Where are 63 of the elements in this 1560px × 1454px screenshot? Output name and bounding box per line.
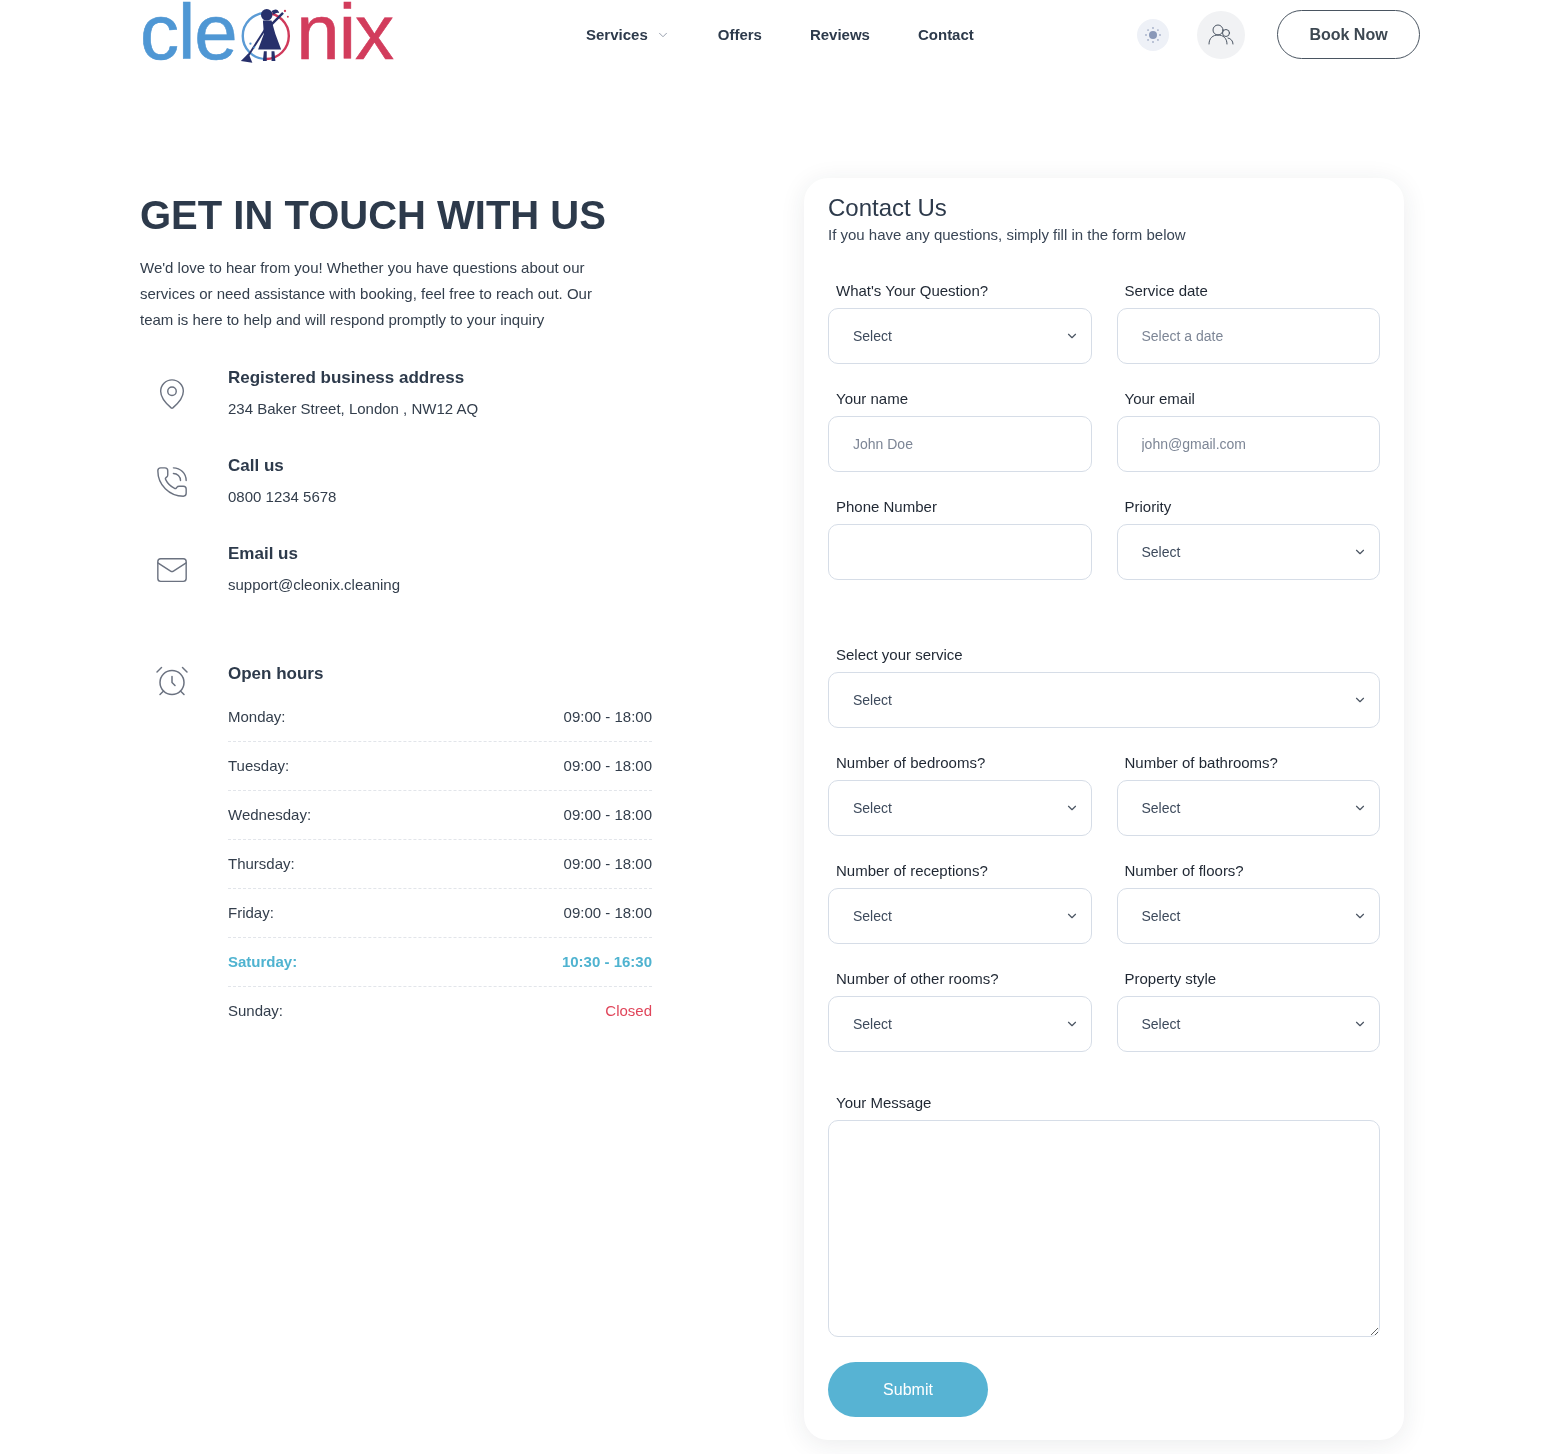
opening-time: 09:00 - 18:00 [563,805,652,825]
select-field[interactable]: Select [1116,780,1380,836]
opening-time: 09:00 - 18:00 [563,854,652,874]
contact-value: support@cleonix.cleaning [228,575,401,595]
select-field[interactable]: Select [828,672,1380,728]
select-field[interactable]: Select [1116,888,1380,944]
day-name: Thursday: [228,854,295,874]
field-label: Your Message [835,1093,933,1113]
field-label: Number of other rooms? [835,969,1000,989]
input-field[interactable] [828,524,1092,580]
contact-title: Call us [228,455,285,477]
nav-link[interactable]: Services [586,26,670,43]
field-label: Select your service [835,645,964,665]
hours-title: Open hours [228,663,325,685]
field-label: Number of bathrooms? [1123,753,1279,773]
message-field[interactable] [828,1120,1380,1337]
opening-time: 09:00 - 18:00 [563,707,652,727]
contact-title: Email us [228,543,299,565]
book-now-button[interactable]: Book Now [1277,10,1420,59]
select-field[interactable]: Select [828,888,1092,944]
logo-text: cle [140,0,237,71]
contact-value: 234 Baker Street, London , NW12 AQ [228,399,480,419]
phone-icon [155,464,189,499]
page-heading: GET IN TOUCH WITH US [140,192,607,239]
field-label: Service date [1123,281,1209,301]
opening-time: 09:00 - 18:00 [563,756,652,776]
field-label: Number of receptions? [835,861,989,881]
day-name: Sunday: [228,1001,284,1021]
day-name: Friday: [228,903,274,923]
form-subtitle: If you have any questions, simply fill in the form below [828,225,1187,245]
sun-icon[interactable] [1137,18,1169,51]
users-icon[interactable] [1197,10,1245,59]
logo-text: nix [296,0,393,71]
input-field[interactable]: John Doe [828,416,1092,472]
field-label: What's Your Question? [835,281,990,301]
nav-link[interactable]: Reviews [809,26,870,43]
nav-link[interactable]: Offers [717,26,762,43]
form-title: Contact Us [828,193,948,223]
opening-time: Closed [605,1001,652,1021]
field-label: Number of floors? [1123,861,1245,881]
field-label: Your name [835,389,909,409]
nav-link[interactable]: Contact [917,26,974,43]
select-field[interactable]: Select [1116,996,1380,1052]
contact-value: 0800 1234 5678 [228,487,338,507]
select-field[interactable]: Select [828,780,1092,836]
field-label: Number of bedrooms? [835,753,987,773]
select-field[interactable]: Select [828,996,1092,1052]
field-label: Property style [1123,969,1218,989]
date-field[interactable]: Select a date [1116,308,1380,364]
day-name: Saturday: [228,952,298,972]
day-name: Tuesday: [228,756,290,776]
day-name: Wednesday: [228,805,312,825]
select-field[interactable]: Select [828,308,1092,364]
opening-time: 10:30 - 16:30 [561,952,652,972]
input-field[interactable]: john@gmail.com [1116,416,1380,472]
field-label: Priority [1123,497,1173,517]
opening-time: 09:00 - 18:00 [563,903,652,923]
intro-text: We'd love to hear from you! Whether you have questions about our services or need assistance with booking, feel free to reach out. Our team is here to help and will respond promptly to your inquiry [140,258,593,330]
select-field[interactable]: Select [1116,524,1380,580]
field-label: Phone Number [835,497,938,517]
contact-title: Registered business address [228,367,466,389]
day-name: Monday: [228,707,286,727]
field-label: Your email [1123,389,1196,409]
